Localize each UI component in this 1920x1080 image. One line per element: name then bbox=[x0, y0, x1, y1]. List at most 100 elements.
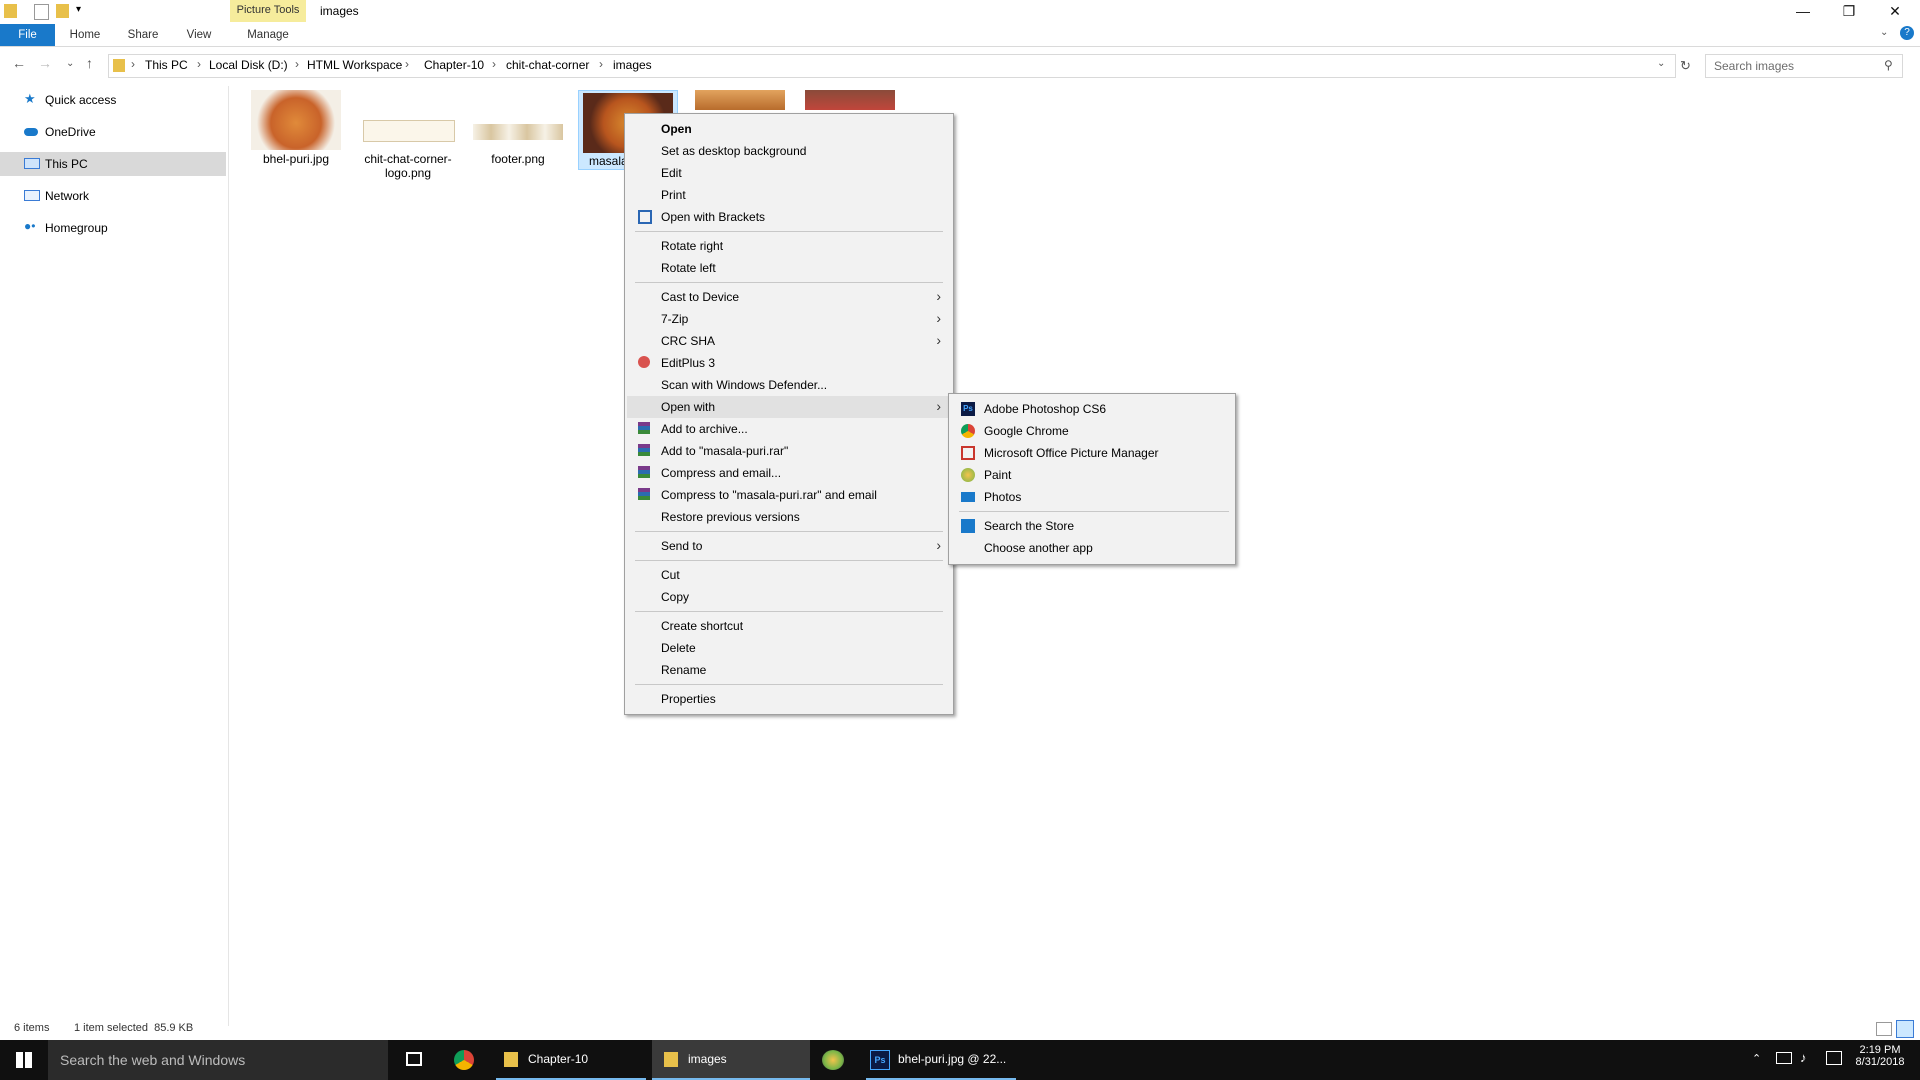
submenu-item-photoshop[interactable]: Ps Adobe Photoshop CS6 bbox=[951, 398, 1233, 420]
chevron-right-icon: › bbox=[936, 310, 941, 326]
refresh-icon[interactable]: ↻ bbox=[1680, 58, 1691, 74]
menu-item-7zip[interactable]: 7-Zip › bbox=[627, 308, 951, 330]
menu-item-edit[interactable]: Edit bbox=[627, 162, 951, 184]
breadcrumb-html-workspace[interactable]: HTML Workspace bbox=[307, 58, 402, 72]
minimize-button[interactable]: — bbox=[1780, 0, 1826, 22]
menu-item-copy[interactable]: Copy bbox=[627, 586, 951, 608]
submenu-item-search-store[interactable]: Search the Store bbox=[951, 515, 1233, 537]
breadcrumb-chit-chat-corner[interactable]: chit-chat-corner bbox=[506, 58, 589, 72]
expand-ribbon-icon[interactable]: ⌄ bbox=[1880, 27, 1888, 38]
taskbar: Search the web and Windows Chapter-10 im… bbox=[0, 1040, 1920, 1080]
nav-item-network[interactable]: Network bbox=[0, 184, 226, 208]
menu-item-set-desktop-background[interactable]: Set as desktop background bbox=[627, 140, 951, 162]
paint-taskbar-icon[interactable] bbox=[822, 1050, 844, 1070]
address-bar[interactable]: › This PC › Local Disk (D:) › HTML Works… bbox=[108, 54, 1676, 78]
menu-item-send-to[interactable]: Send to › bbox=[627, 535, 951, 557]
tab-file[interactable]: File bbox=[0, 24, 55, 46]
nav-item-this-pc[interactable]: This PC bbox=[0, 152, 226, 176]
open-with-submenu: Ps Adobe Photoshop CS6 Google Chrome Mic… bbox=[948, 393, 1236, 565]
volume-icon[interactable]: ♪ bbox=[1800, 1050, 1807, 1065]
file-tile[interactable]: chit-chat-corner-logo.png bbox=[358, 90, 458, 190]
submenu-item-paint[interactable]: Paint bbox=[951, 464, 1233, 486]
menu-separator bbox=[635, 560, 943, 561]
menu-item-add-to-archive[interactable]: Add to archive... bbox=[627, 418, 951, 440]
file-tile[interactable] bbox=[800, 90, 900, 114]
taskbar-app-chapter-10[interactable]: Chapter-10 bbox=[496, 1040, 646, 1080]
up-icon[interactable]: ↑ bbox=[86, 55, 93, 71]
breadcrumb-images[interactable]: images bbox=[613, 58, 652, 72]
menu-item-cast-to-device[interactable]: Cast to Device › bbox=[627, 286, 951, 308]
menu-item-rotate-left[interactable]: Rotate left bbox=[627, 257, 951, 279]
taskbar-search[interactable]: Search the web and Windows bbox=[48, 1040, 388, 1080]
menu-item-delete[interactable]: Delete bbox=[627, 637, 951, 659]
title-bar: ▾ Picture Tools images — ❐ ✕ bbox=[0, 0, 1920, 24]
menu-item-crc-sha[interactable]: CRC SHA › bbox=[627, 330, 951, 352]
menu-item-open-with[interactable]: Open with › bbox=[627, 396, 951, 418]
menu-item-editplus[interactable]: EditPlus 3 bbox=[627, 352, 951, 374]
nav-item-quick-access[interactable]: ★ Quick access bbox=[0, 88, 226, 112]
notifications-icon[interactable] bbox=[1826, 1051, 1842, 1065]
menu-item-open-with-brackets[interactable]: Open with Brackets bbox=[627, 206, 951, 228]
show-hidden-icons[interactable]: ⌃ bbox=[1752, 1052, 1761, 1065]
menu-item-scan-defender[interactable]: Scan with Windows Defender... bbox=[627, 374, 951, 396]
forward-icon[interactable]: → bbox=[38, 55, 52, 71]
breadcrumb-local-disk[interactable]: Local Disk (D:) bbox=[209, 58, 288, 72]
taskbar-app-images[interactable]: images bbox=[652, 1040, 810, 1080]
chrome-taskbar-icon[interactable] bbox=[454, 1050, 474, 1070]
submenu-item-choose-another-app[interactable]: Choose another app bbox=[951, 537, 1233, 559]
menu-item-open[interactable]: Open bbox=[627, 118, 951, 140]
tab-home[interactable]: Home bbox=[62, 24, 108, 46]
file-tile[interactable] bbox=[690, 90, 790, 114]
selection-info: 1 item selected 85.9 KB bbox=[74, 1022, 194, 1034]
tab-share[interactable]: Share bbox=[118, 24, 168, 46]
large-icons-view-icon[interactable] bbox=[1896, 1020, 1914, 1038]
file-thumbnail bbox=[363, 120, 455, 142]
paint-icon bbox=[961, 468, 975, 482]
nav-item-onedrive[interactable]: OneDrive bbox=[0, 120, 226, 144]
breadcrumb-this-pc[interactable]: This PC bbox=[145, 58, 188, 72]
maximize-button[interactable]: ❐ bbox=[1826, 0, 1872, 22]
menu-item-print[interactable]: Print bbox=[627, 184, 951, 206]
menu-item-restore-previous-versions[interactable]: Restore previous versions bbox=[627, 506, 951, 528]
tab-manage[interactable]: Manage bbox=[232, 24, 304, 46]
picture-manager-icon bbox=[961, 446, 975, 460]
search-input[interactable]: Search images ⚲ bbox=[1705, 54, 1903, 78]
menu-item-rename[interactable]: Rename bbox=[627, 659, 951, 681]
address-dropdown-icon[interactable]: ⌄ bbox=[1657, 58, 1665, 69]
menu-item-properties[interactable]: Properties bbox=[627, 688, 951, 710]
help-icon[interactable]: ? bbox=[1900, 26, 1914, 40]
network-tray-icon[interactable] bbox=[1776, 1052, 1792, 1064]
submenu-item-picture-manager[interactable]: Microsoft Office Picture Manager bbox=[951, 442, 1233, 464]
menu-item-add-to-rar[interactable]: Add to "masala-puri.rar" bbox=[627, 440, 951, 462]
task-view-icon[interactable] bbox=[406, 1052, 422, 1066]
file-tile[interactable]: bhel-puri.jpg bbox=[246, 90, 346, 190]
clock[interactable]: 2:19 PM 8/31/2018 bbox=[1852, 1044, 1908, 1068]
windows-start-icon[interactable] bbox=[16, 1052, 32, 1068]
nav-item-homegroup[interactable]: ●• Homegroup bbox=[0, 216, 226, 240]
breadcrumb-chapter-10[interactable]: Chapter-10 bbox=[424, 58, 484, 72]
customize-toolbar-icon[interactable]: ▾ bbox=[76, 4, 81, 15]
winrar-icon bbox=[638, 422, 650, 434]
menu-item-compress-rar-email[interactable]: Compress to "masala-puri.rar" and email bbox=[627, 484, 951, 506]
recent-locations-icon[interactable]: ⌄ bbox=[66, 58, 74, 69]
submenu-item-photos[interactable]: Photos bbox=[951, 486, 1233, 508]
file-thumbnail bbox=[805, 90, 895, 110]
menu-item-create-shortcut[interactable]: Create shortcut bbox=[627, 615, 951, 637]
submenu-item-chrome[interactable]: Google Chrome bbox=[951, 420, 1233, 442]
new-folder-icon[interactable] bbox=[56, 4, 69, 18]
menu-item-rotate-right[interactable]: Rotate right bbox=[627, 235, 951, 257]
cloud-icon bbox=[24, 128, 38, 136]
menu-separator bbox=[635, 684, 943, 685]
brackets-icon bbox=[638, 210, 652, 224]
file-tile[interactable]: footer.png bbox=[468, 90, 568, 190]
tab-view[interactable]: View bbox=[176, 24, 222, 46]
taskbar-app-photoshop[interactable]: Ps bhel-puri.jpg @ 22... bbox=[866, 1040, 1016, 1080]
photoshop-icon: Ps bbox=[961, 402, 975, 416]
back-icon[interactable]: ← bbox=[12, 55, 26, 71]
computer-icon bbox=[24, 158, 40, 169]
close-button[interactable]: ✕ bbox=[1872, 0, 1918, 22]
menu-item-compress-email[interactable]: Compress and email... bbox=[627, 462, 951, 484]
details-view-icon[interactable] bbox=[1876, 1022, 1892, 1036]
properties-icon[interactable] bbox=[34, 4, 49, 20]
menu-item-cut[interactable]: Cut bbox=[627, 564, 951, 586]
